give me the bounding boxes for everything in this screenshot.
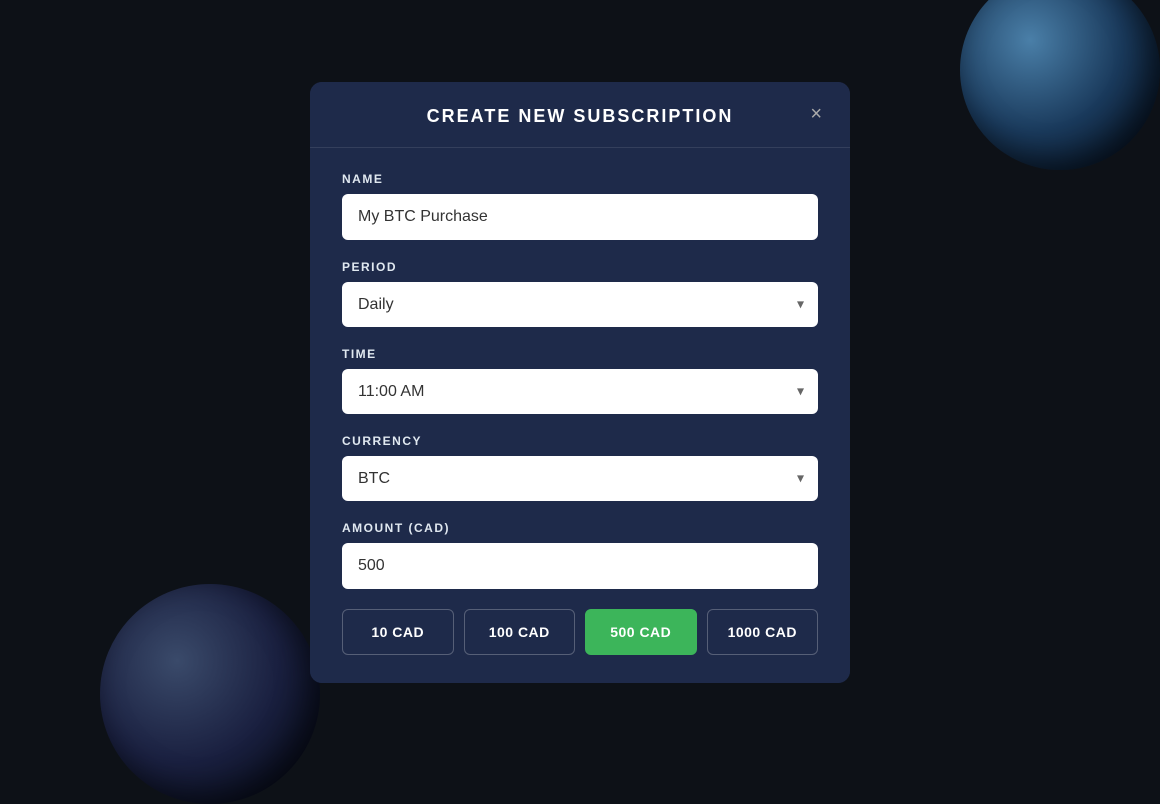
close-button[interactable]: ×	[802, 100, 830, 128]
period-field-group: PERIOD Daily Weekly Monthly ▾	[342, 260, 818, 327]
amount-label: AMOUNT (CAD)	[342, 521, 818, 535]
name-label: NAME	[342, 172, 818, 186]
amount-button-1000[interactable]: 1000 CAD	[707, 609, 819, 655]
modal-overlay: CREATE NEW SUBSCRIPTION × NAME PERIOD Da…	[0, 0, 1160, 764]
modal-title: CREATE NEW SUBSCRIPTION	[427, 106, 734, 127]
modal-header: CREATE NEW SUBSCRIPTION ×	[310, 82, 850, 148]
name-field-group: NAME	[342, 172, 818, 240]
time-select[interactable]: 11:00 AM 12:00 PM 1:00 PM	[342, 369, 818, 414]
currency-label: CURRENCY	[342, 434, 818, 448]
currency-select[interactable]: BTC ETH LTC	[342, 456, 818, 501]
period-select-wrapper: Daily Weekly Monthly ▾	[342, 282, 818, 327]
amount-input[interactable]	[342, 543, 818, 589]
time-label: TIME	[342, 347, 818, 361]
amount-buttons-group: 10 CAD 100 CAD 500 CAD 1000 CAD	[342, 609, 818, 655]
amount-button-10[interactable]: 10 CAD	[342, 609, 454, 655]
time-field-group: TIME 11:00 AM 12:00 PM 1:00 PM ▾	[342, 347, 818, 414]
create-subscription-modal: CREATE NEW SUBSCRIPTION × NAME PERIOD Da…	[310, 82, 850, 683]
period-select[interactable]: Daily Weekly Monthly	[342, 282, 818, 327]
time-select-wrapper: 11:00 AM 12:00 PM 1:00 PM ▾	[342, 369, 818, 414]
amount-field-group: AMOUNT (CAD)	[342, 521, 818, 589]
amount-button-100[interactable]: 100 CAD	[464, 609, 576, 655]
currency-field-group: CURRENCY BTC ETH LTC ▾	[342, 434, 818, 501]
modal-body: NAME PERIOD Daily Weekly Monthly ▾ TIME	[310, 148, 850, 683]
currency-select-wrapper: BTC ETH LTC ▾	[342, 456, 818, 501]
amount-button-500[interactable]: 500 CAD	[585, 609, 697, 655]
period-label: PERIOD	[342, 260, 818, 274]
name-input[interactable]	[342, 194, 818, 240]
